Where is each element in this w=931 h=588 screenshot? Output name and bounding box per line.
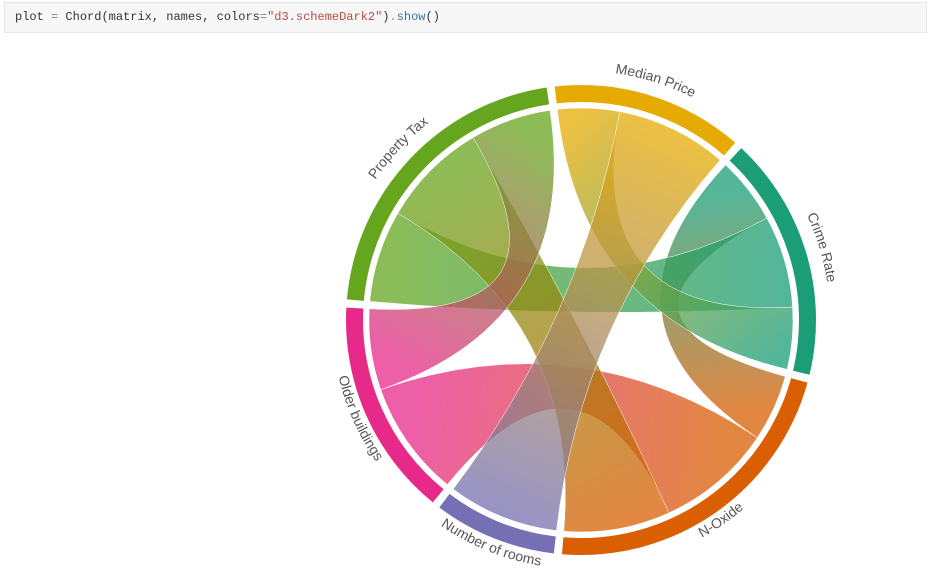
- code-method: show: [397, 10, 426, 24]
- chord-chart-container: Crime RateN-OxideNumber of roomsOlder bu…: [0, 35, 931, 585]
- code-cell: plot = Chord(matrix, names, colors="d3.s…: [4, 2, 927, 33]
- code-close: ): [382, 10, 389, 24]
- code-class: Chord: [65, 10, 101, 24]
- code-str-eq: =: [260, 10, 267, 24]
- code-dot: .: [390, 10, 397, 24]
- code-tail: (): [426, 10, 440, 24]
- code-str: "d3.schemeDark2": [267, 10, 382, 24]
- code-eq: =: [44, 10, 66, 24]
- code-args: (matrix, names, colors: [101, 10, 259, 24]
- code-var: plot: [15, 10, 44, 24]
- chord-chart: Crime RateN-OxideNumber of roomsOlder bu…: [291, 45, 871, 585]
